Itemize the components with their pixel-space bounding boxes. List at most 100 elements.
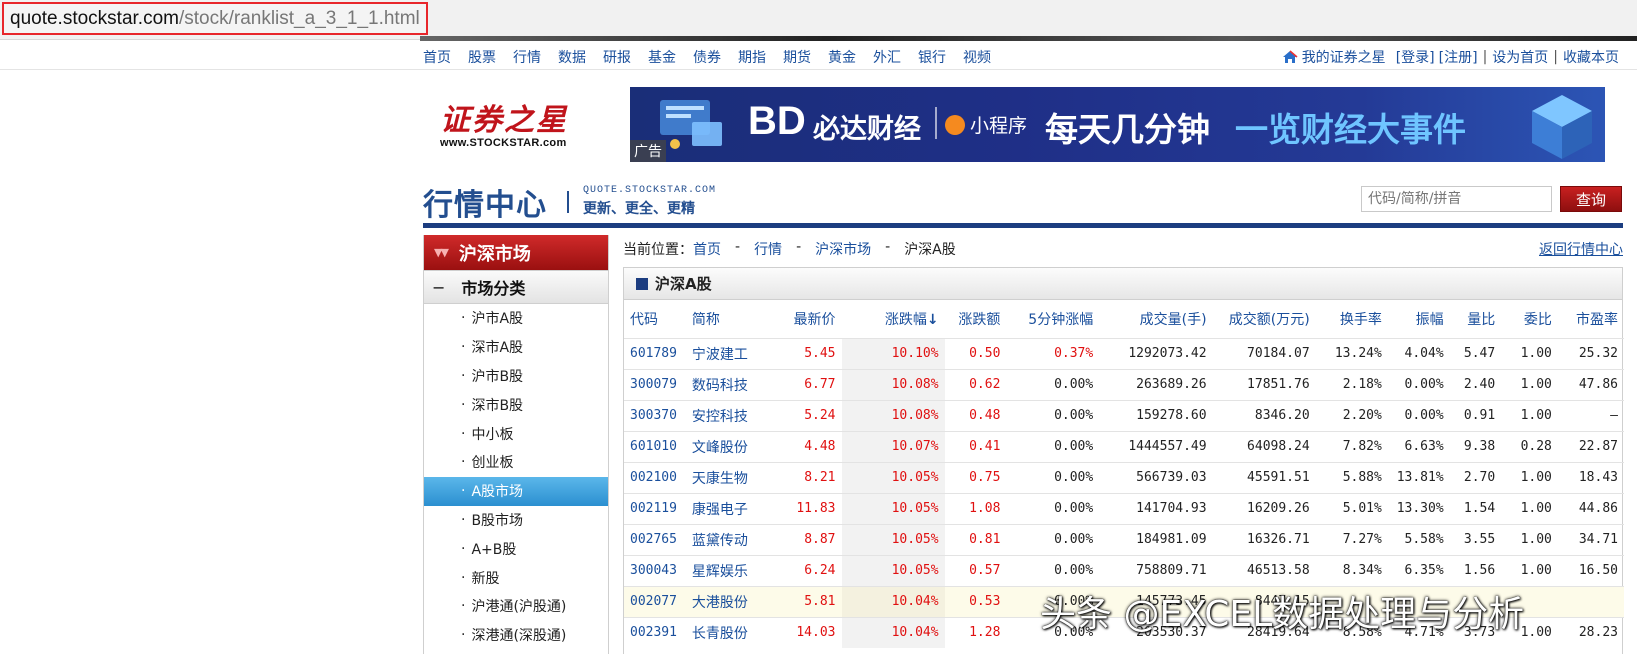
col-5min[interactable]: 5分钟涨幅	[1006, 300, 1099, 338]
cell-name[interactable]: 康强电子	[685, 492, 774, 524]
sidebar-item-label: 沪港通(沪股通)	[471, 599, 567, 616]
cell-name[interactable]: 长青股份	[685, 616, 774, 648]
cell-name[interactable]: 文峰股份	[685, 430, 774, 462]
sidebar-item[interactable]: · 创业板	[424, 448, 608, 477]
cell-change-pct: 10.05%	[841, 492, 945, 524]
sidebar-item[interactable]: · B股市场	[424, 506, 608, 535]
col-volume-ratio[interactable]: 量比	[1450, 300, 1502, 338]
nav-link[interactable]: 视频	[963, 47, 991, 67]
favorite-link[interactable]: 收藏本页	[1563, 47, 1619, 67]
url-field[interactable]: quote.stockstar.com/stock/ranklist_a_3_1…	[2, 2, 428, 35]
nav-link[interactable]: 银行	[918, 47, 946, 67]
table-row[interactable]: 300370 安控科技 5.24 10.08% 0.48 0.00% 159278.60 83…	[624, 399, 1624, 431]
col-order-ratio[interactable]: 委比	[1501, 300, 1558, 338]
sidebar-section[interactable]: − 市场分类	[424, 270, 608, 304]
top-nav-right: 我的证券之星 [登录] [注册] | 设为首页 | 收藏本页	[1282, 47, 1619, 67]
nav-link[interactable]: 研报	[603, 47, 631, 67]
sidebar-item[interactable]: · 中小板	[424, 419, 608, 448]
col-amplitude[interactable]: 振幅	[1388, 300, 1450, 338]
cell-code[interactable]: 002100	[624, 461, 686, 493]
sidebar-item-label: 中小板	[471, 426, 514, 443]
cell-change-amt: 1.28	[944, 616, 1007, 648]
col-turnover-value[interactable]: 成交额(万元)	[1213, 300, 1316, 338]
site-logo[interactable]: 证券之星 www.STOCKSTAR.com	[440, 95, 590, 155]
cell-code[interactable]: 300079	[624, 368, 686, 400]
nav-link[interactable]: 基金	[648, 47, 676, 67]
nav-link[interactable]: 数据	[558, 47, 586, 67]
sidebar-item[interactable]: · 深市B股	[424, 390, 608, 419]
table-row[interactable]: 002119 康强电子 11.83 10.05% 1.08 0.00% 141704.93 1…	[624, 492, 1624, 524]
sidebar-item-label: 沪市A股	[471, 311, 524, 328]
my-stockstar-link[interactable]: 我的证券之星	[1302, 47, 1386, 67]
nav-link[interactable]: 债券	[693, 47, 721, 67]
cell-name[interactable]: 数码科技	[685, 368, 774, 400]
cell-code[interactable]: 002077	[624, 585, 686, 617]
col-pe[interactable]: 市盈率	[1558, 300, 1624, 338]
table-row[interactable]: 601789 宁波建工 5.45 10.10% 0.50 0.37% 1292073.42 7…	[624, 337, 1624, 369]
sidebar-item[interactable]: · 深市A股	[424, 333, 608, 362]
triangle-icon: ▼▼	[434, 246, 449, 259]
nav-link[interactable]: 行情	[513, 47, 541, 67]
table-row[interactable]: 002765 蓝黛传动 8.87 10.05% 0.81 0.00% 184981.09 16…	[624, 523, 1624, 555]
sidebar-header[interactable]: ▼▼ 沪深市场	[424, 235, 608, 270]
search-button[interactable]: 查询	[1560, 186, 1622, 212]
nav-link[interactable]: 期货	[783, 47, 811, 67]
cell-code[interactable]: 601789	[624, 337, 686, 369]
col-code[interactable]: 代码	[624, 300, 686, 338]
breadcrumb-home[interactable]: 首页	[693, 239, 721, 259]
sidebar-item[interactable]: · 沪市B股	[424, 362, 608, 391]
back-to-quote-center-link[interactable]: 返回行情中心	[1539, 239, 1623, 259]
cell-turnover-value: 16326.71	[1212, 523, 1316, 555]
cell-pe: 47.86	[1557, 368, 1624, 400]
sidebar-item[interactable]: · 沪市A股	[424, 304, 608, 333]
cell-name[interactable]: 天康生物	[685, 461, 774, 493]
sidebar-item[interactable]: · 深港通(深股通)	[424, 621, 608, 650]
table-row[interactable]: 300043 星辉娱乐 6.24 10.05% 0.57 0.00% 758809.71 46…	[624, 554, 1624, 586]
cell-order-ratio: 1.00	[1501, 337, 1558, 369]
table-header-row: 代码 简称 最新价 涨跌幅↓ 涨跌额 5分钟涨幅 成交量(手) 成交额(万元) …	[624, 300, 1624, 338]
cell-code[interactable]: 002765	[624, 523, 686, 555]
cell-code[interactable]: 002119	[624, 492, 686, 524]
breadcrumb-quotes[interactable]: 行情	[754, 239, 782, 259]
cell-name[interactable]: 蓝黛传动	[685, 523, 774, 555]
table-row[interactable]: 300079 数码科技 6.77 10.08% 0.62 0.00% 263689.26 17…	[624, 368, 1624, 400]
cell-code[interactable]: 601010	[624, 430, 686, 462]
col-change-amt[interactable]: 涨跌额	[945, 300, 1007, 338]
search-input[interactable]	[1361, 186, 1552, 212]
col-volume[interactable]: 成交量(手)	[1099, 300, 1212, 338]
login-link[interactable]: [登录]	[1396, 47, 1435, 67]
col-price[interactable]: 最新价	[773, 300, 841, 338]
breadcrumb-sep: -	[796, 239, 802, 255]
table-row[interactable]: 002100 天康生物 8.21 10.05% 0.75 0.00% 566739.03 45…	[624, 461, 1624, 493]
cell-code[interactable]: 300043	[624, 554, 686, 586]
cell-code[interactable]: 300370	[624, 399, 686, 431]
cell-name[interactable]: 安控科技	[685, 399, 774, 431]
bullet-icon: ·	[461, 367, 466, 384]
cell-name[interactable]: 星辉娱乐	[685, 554, 774, 586]
col-turnover-rate[interactable]: 换手率	[1316, 300, 1388, 338]
breadcrumb-market[interactable]: 沪深市场	[815, 239, 871, 259]
set-home-link[interactable]: 设为首页	[1492, 47, 1548, 67]
register-link[interactable]: [注册]	[1439, 47, 1478, 67]
table-row[interactable]: 601010 文峰股份 4.48 10.07% 0.41 0.00% 1444557.49 6…	[624, 430, 1624, 462]
sidebar-item[interactable]: · A+B股	[424, 534, 608, 563]
nav-link[interactable]: 外汇	[873, 47, 901, 67]
cell-order-ratio: 1.00	[1501, 492, 1558, 524]
quote-center-title: 行情中心	[423, 188, 547, 223]
sidebar-item[interactable]: · 新股	[424, 563, 608, 592]
sidebar-item[interactable]: · A股市场	[424, 476, 608, 506]
nav-link[interactable]: 黄金	[828, 47, 856, 67]
cell-code[interactable]: 002391	[624, 616, 686, 648]
sidebar-item-label: 深港通(深股通)	[471, 628, 567, 645]
col-name[interactable]: 简称	[686, 300, 774, 338]
cell-name[interactable]: 大港股份	[685, 585, 774, 617]
nav-link[interactable]: 首页	[423, 47, 451, 67]
nav-link[interactable]: 股票	[468, 47, 496, 67]
browser-url-bar[interactable]: quote.stockstar.com/stock/ranklist_a_3_1…	[0, 0, 1637, 41]
nav-link[interactable]: 期指	[738, 47, 766, 67]
ad-banner[interactable]: BD 必达财经 小程序 每天几分钟 一览财经大事件 广告	[630, 87, 1605, 162]
sidebar-item[interactable]: · 沪港通(沪股通)	[424, 592, 608, 621]
cell-name[interactable]: 宁波建工	[685, 337, 774, 369]
col-change-pct[interactable]: 涨跌幅↓	[842, 300, 945, 338]
bullet-icon: ·	[461, 569, 466, 586]
